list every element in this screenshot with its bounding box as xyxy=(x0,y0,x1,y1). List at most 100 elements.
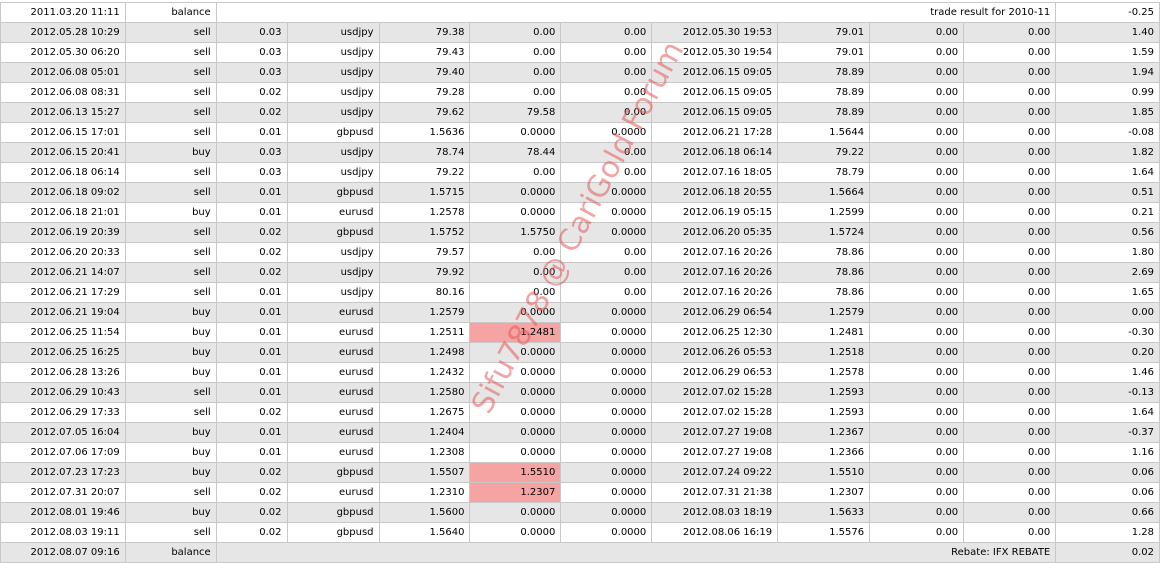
trade-commission: 0.00 xyxy=(869,22,965,43)
trade-open-time: 2012.05.30 06:20 xyxy=(0,42,126,63)
trade-commission: 0.00 xyxy=(869,62,965,83)
trade-close-time: 2012.06.19 05:15 xyxy=(651,202,779,223)
trade-profit: 0.06 xyxy=(1055,462,1160,483)
trade-profit: 1.46 xyxy=(1055,362,1160,383)
trade-open-price: 1.2675 xyxy=(378,402,471,423)
trade-symbol: usdjpy xyxy=(286,242,380,263)
trade-sl: 78.44 xyxy=(469,142,562,163)
trade-commission: 0.00 xyxy=(869,182,965,203)
trade-close-price: 1.5576 xyxy=(777,522,871,543)
trade-type: sell xyxy=(124,242,217,263)
trade-commission: 0.00 xyxy=(869,122,965,143)
trade-sl: 0.00 xyxy=(469,82,562,103)
trade-sl: 0.0000 xyxy=(469,522,562,543)
trade-row: 2012.07.31 20:07 sell 0.02 eurusd 1.2310 1.23… xyxy=(0,482,1160,503)
trade-close-time: 2012.06.26 05:53 xyxy=(651,342,779,363)
trade-close-time: 2012.07.02 15:28 xyxy=(651,382,779,403)
trade-row: 2012.06.18 21:01 buy 0.01 eurusd 1.2578 0.000… xyxy=(0,202,1160,223)
trade-type: sell xyxy=(124,62,217,83)
trade-commission: 0.00 xyxy=(869,142,965,163)
trade-commission: 0.00 xyxy=(869,342,965,363)
trade-row: 2012.06.29 17:33 sell 0.02 eurusd 1.2675 0.00… xyxy=(0,402,1160,423)
trade-row: 2012.07.23 17:23 buy 0.02 gbpusd 1.5507 1.551… xyxy=(0,462,1160,483)
trade-row: 2012.07.06 17:09 buy 0.01 eurusd 1.2308 0.000… xyxy=(0,442,1160,463)
trade-size: 0.02 xyxy=(215,522,288,543)
trade-swap: 0.00 xyxy=(963,222,1057,243)
trade-open-price: 1.5636 xyxy=(378,122,471,143)
trade-tp: 0.00 xyxy=(560,22,653,43)
trade-open-price: 1.2308 xyxy=(378,442,471,463)
trade-type: buy xyxy=(124,322,217,343)
trade-close-price: 1.2579 xyxy=(777,302,871,323)
trade-profit: 0.66 xyxy=(1055,502,1160,523)
trade-sl: 1.5510 xyxy=(469,462,562,483)
trade-symbol: eurusd xyxy=(286,342,380,363)
trade-swap: 0.00 xyxy=(963,282,1057,303)
trade-profit: 1.80 xyxy=(1055,242,1160,263)
trade-sl: 0.00 xyxy=(469,242,562,263)
trade-close-price: 1.2518 xyxy=(777,342,871,363)
trade-size: 0.02 xyxy=(215,482,288,503)
trade-sl: 0.0000 xyxy=(469,382,562,403)
trade-size: 0.02 xyxy=(215,82,288,103)
trade-close-time: 2012.07.16 18:05 xyxy=(651,162,779,183)
rebate-type: balance xyxy=(124,542,217,563)
trade-sl: 0.00 xyxy=(469,282,562,303)
trade-close-time: 2012.06.25 12:30 xyxy=(651,322,779,343)
trade-symbol: gbpusd xyxy=(286,122,380,143)
trade-tp: 0.0000 xyxy=(560,122,653,143)
trade-close-price: 79.01 xyxy=(777,42,871,63)
trade-open-time: 2012.06.29 17:33 xyxy=(0,402,126,423)
trade-commission: 0.00 xyxy=(869,82,965,103)
trade-close-price: 78.86 xyxy=(777,282,871,303)
trade-close-time: 2012.06.15 09:05 xyxy=(651,102,779,123)
trade-symbol: eurusd xyxy=(286,322,380,343)
trade-close-time: 2012.06.29 06:54 xyxy=(651,302,779,323)
trade-row: 2012.07.05 16:04 buy 0.01 eurusd 1.2404 0.000… xyxy=(0,422,1160,443)
trade-type: sell xyxy=(124,42,217,63)
trade-open-price: 78.74 xyxy=(378,142,471,163)
trade-sl: 0.00 xyxy=(469,262,562,283)
trade-open-time: 2012.06.18 09:02 xyxy=(0,182,126,203)
trade-open-time: 2012.06.18 06:14 xyxy=(0,162,126,183)
balance-profit: -0.25 xyxy=(1055,2,1160,23)
trade-commission: 0.00 xyxy=(869,402,965,423)
trade-swap: 0.00 xyxy=(963,182,1057,203)
trade-close-time: 2012.05.30 19:53 xyxy=(651,22,779,43)
trade-swap: 0.00 xyxy=(963,62,1057,83)
trade-swap: 0.00 xyxy=(963,22,1057,43)
trade-symbol: eurusd xyxy=(286,402,380,423)
trade-open-price: 1.5752 xyxy=(378,222,471,243)
trade-open-price: 1.5600 xyxy=(378,502,471,523)
trade-close-time: 2012.06.29 06:53 xyxy=(651,362,779,383)
trade-size: 0.02 xyxy=(215,102,288,123)
trade-symbol: usdjpy xyxy=(286,62,380,83)
trade-commission: 0.00 xyxy=(869,502,965,523)
trade-size: 0.02 xyxy=(215,242,288,263)
trade-sl: 1.2481 xyxy=(469,322,562,343)
trade-sl: 0.0000 xyxy=(469,122,562,143)
trade-tp: 0.0000 xyxy=(560,382,653,403)
trade-size: 0.01 xyxy=(215,322,288,343)
trade-type: sell xyxy=(124,82,217,103)
trade-type: buy xyxy=(124,442,217,463)
trade-swap: 0.00 xyxy=(963,122,1057,143)
trade-commission: 0.00 xyxy=(869,242,965,263)
trade-open-time: 2012.08.01 19:46 xyxy=(0,502,126,523)
trade-commission: 0.00 xyxy=(869,362,965,383)
trade-size: 0.01 xyxy=(215,382,288,403)
trade-type: sell xyxy=(124,522,217,543)
trade-swap: 0.00 xyxy=(963,102,1057,123)
trade-open-price: 79.22 xyxy=(378,162,471,183)
trade-close-time: 2012.08.03 18:19 xyxy=(651,502,779,523)
trade-row: 2012.06.25 11:54 buy 0.01 eurusd 1.2511 1.248… xyxy=(0,322,1160,343)
trade-symbol: gbpusd xyxy=(286,522,380,543)
trade-close-price: 78.86 xyxy=(777,262,871,283)
trade-size: 0.01 xyxy=(215,422,288,443)
trade-symbol: usdjpy xyxy=(286,162,380,183)
trade-tp: 0.0000 xyxy=(560,322,653,343)
trade-open-price: 1.2580 xyxy=(378,382,471,403)
trade-type: buy xyxy=(124,302,217,323)
trade-profit: -0.08 xyxy=(1055,122,1160,143)
trade-sl: 0.0000 xyxy=(469,202,562,223)
